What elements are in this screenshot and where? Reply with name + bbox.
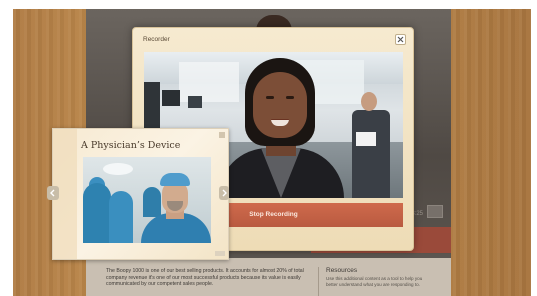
background-fullscreen-icon [427,205,443,218]
presenter-eye [286,96,294,99]
app-frame: 03:25 The Boopy 1000 is one of our best … [0,0,537,296]
recorder-title: Recorder [143,36,170,43]
chevron-left-icon[interactable] [47,186,59,200]
card-title: A Physician’s Device [81,140,181,151]
surgeon [109,191,133,243]
card-resize-handle[interactable] [219,132,225,138]
physician-device-card: A Physician’s Device [47,128,229,260]
background-person-head [361,92,377,111]
surgical-light [103,163,133,175]
office-monitor [188,96,202,108]
surgeon [143,187,161,217]
background-person [352,110,390,198]
office-monitor [162,90,180,106]
presenter-eye [266,96,274,99]
background-divider [318,267,319,296]
surgeon [83,183,111,243]
background-resources-text: Use this additional content as a tool to… [326,276,423,287]
doctor-cap [160,173,190,186]
background-person-paper [356,132,376,146]
background-body-text: The Boopy 1000 is one of our best sellin… [106,268,304,288]
surgeon-photo [83,157,211,243]
presenter-face [253,72,307,138]
close-icon[interactable] [395,34,406,45]
background-resources-title: Resources [326,267,358,274]
chevron-right-icon[interactable] [219,186,229,200]
card-grip-handle[interactable] [215,251,225,256]
